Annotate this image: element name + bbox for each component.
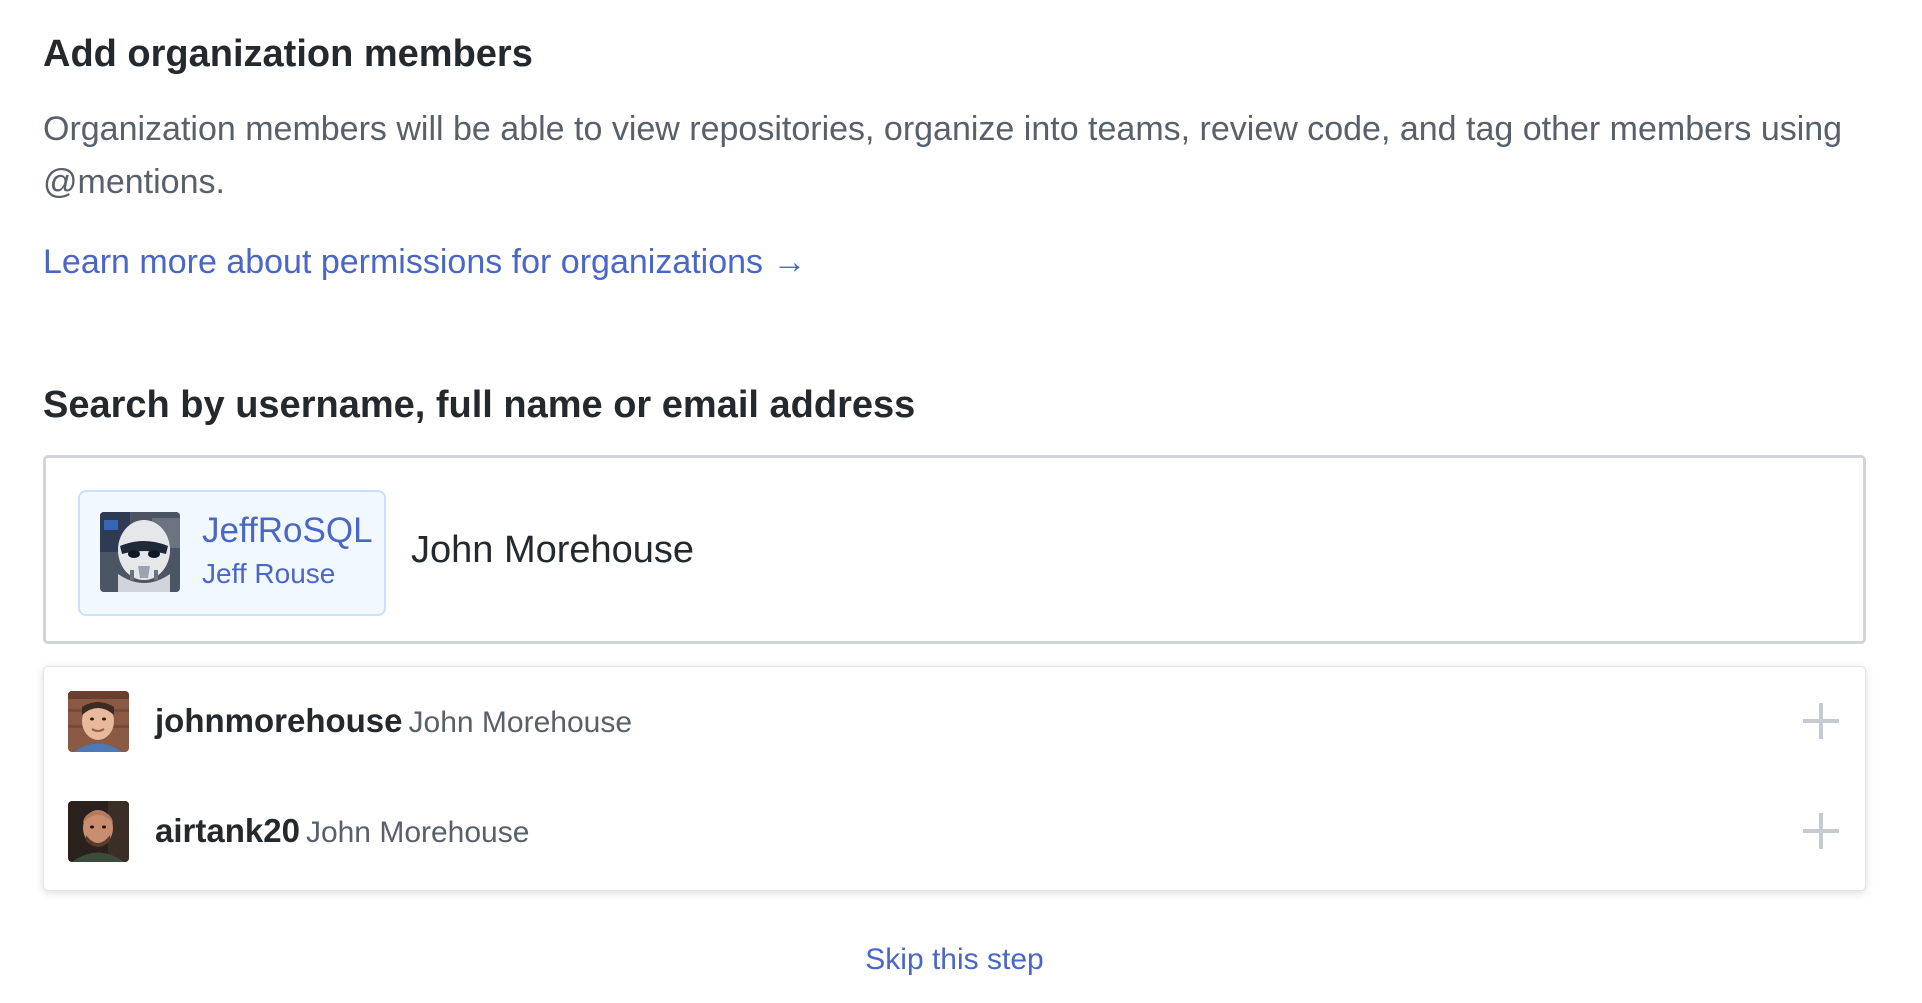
member-search-box[interactable]: JeffRoSQL Jeff Rouse: [43, 455, 1866, 644]
plus-icon[interactable]: [1803, 813, 1839, 849]
result-username: airtank20: [155, 812, 300, 849]
user-photo-avatar-icon: [68, 691, 129, 752]
search-result-row[interactable]: airtank20 John Morehouse: [44, 777, 1865, 887]
page-title: Add organization members: [43, 33, 533, 75]
page-description: Organization members will be able to vie…: [43, 110, 1843, 201]
learn-more-permissions-link[interactable]: Learn more about permissions for organiz…: [43, 238, 807, 286]
search-result-text: airtank20 John Morehouse: [155, 807, 529, 862]
search-label: Search by username, full name or email a…: [43, 384, 916, 426]
search-result-text: johnmorehouse John Morehouse: [155, 697, 632, 752]
stormtrooper-avatar-icon: [100, 512, 180, 592]
result-fullname: John Morehouse: [408, 706, 633, 739]
result-fullname: John Morehouse: [305, 816, 530, 849]
plus-icon[interactable]: [1803, 703, 1839, 739]
search-result-row[interactable]: johnmorehouse John Morehouse: [44, 667, 1865, 777]
result-username: johnmorehouse: [155, 702, 403, 739]
member-search-input[interactable]: [411, 510, 1811, 590]
skip-step-link[interactable]: Skip this step: [43, 940, 1866, 980]
selected-member-fullname: Jeff Rouse: [202, 558, 336, 589]
user-photo-avatar-icon: [68, 801, 129, 862]
search-results-dropdown: johnmorehouse John Morehouse airtank20 Joh: [43, 666, 1866, 891]
selected-member-chip[interactable]: JeffRoSQL Jeff Rouse: [78, 490, 386, 616]
selected-member-username: JeffRoSQL: [202, 511, 373, 550]
